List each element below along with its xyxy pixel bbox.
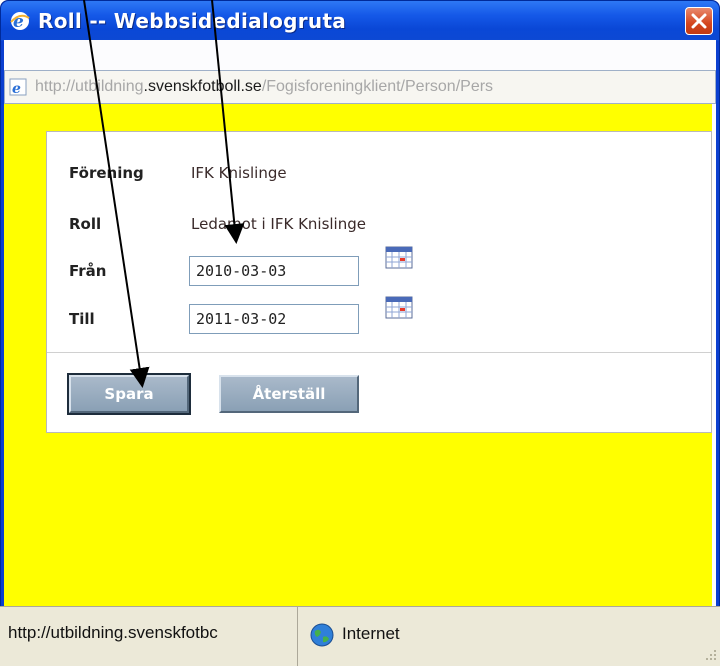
- till-label: Till: [69, 310, 95, 328]
- form-divider: [47, 352, 711, 353]
- fran-date-input[interactable]: [189, 256, 359, 286]
- role-form-panel: Förening IFK Knislinge Roll Ledamot i IF…: [46, 131, 712, 433]
- address-bar: e http://utbildning.svenskfotboll.se/Fog…: [4, 70, 716, 104]
- reset-button[interactable]: Återställ: [219, 375, 359, 413]
- resize-grip-icon[interactable]: [700, 646, 718, 664]
- status-bar: http://utbildning.svenskfotbc Internet: [0, 606, 720, 666]
- forening-label: Förening: [69, 164, 144, 182]
- close-button[interactable]: [685, 7, 713, 35]
- till-date-input[interactable]: [189, 304, 359, 334]
- save-button-label: Spara: [104, 385, 154, 403]
- security-zone: Internet: [300, 607, 690, 666]
- ie-page-icon: e: [9, 78, 27, 96]
- calendar-icon[interactable]: [385, 295, 413, 319]
- globe-icon: [310, 623, 334, 647]
- fran-label: Från: [69, 262, 107, 280]
- roll-value: Ledamot i IFK Knislinge: [191, 215, 366, 233]
- zone-label: Internet: [342, 624, 400, 643]
- calendar-icon[interactable]: [385, 245, 413, 269]
- close-icon: [691, 13, 707, 29]
- address-path: /Fogisforeningklient/Person/Pers: [261, 78, 494, 95]
- address-url: http://utbildning.svenskfotboll.se/Fogis…: [35, 78, 705, 96]
- forening-value: IFK Knislinge: [191, 164, 287, 182]
- save-button[interactable]: Spara: [67, 373, 191, 415]
- ie-icon: e: [10, 12, 30, 32]
- window-title: Roll -- Webbsidedialogruta: [38, 9, 347, 33]
- roll-label: Roll: [69, 215, 102, 233]
- status-url: http://utbildning.svenskfotbc: [0, 607, 298, 666]
- reset-button-label: Återställ: [252, 385, 326, 403]
- svg-text:e: e: [12, 81, 21, 96]
- address-prefix: http://utbildning: [35, 78, 144, 95]
- address-host: .svenskfotboll.se: [143, 78, 262, 95]
- title-bar[interactable]: e Roll -- Webbsidedialogruta: [1, 1, 719, 41]
